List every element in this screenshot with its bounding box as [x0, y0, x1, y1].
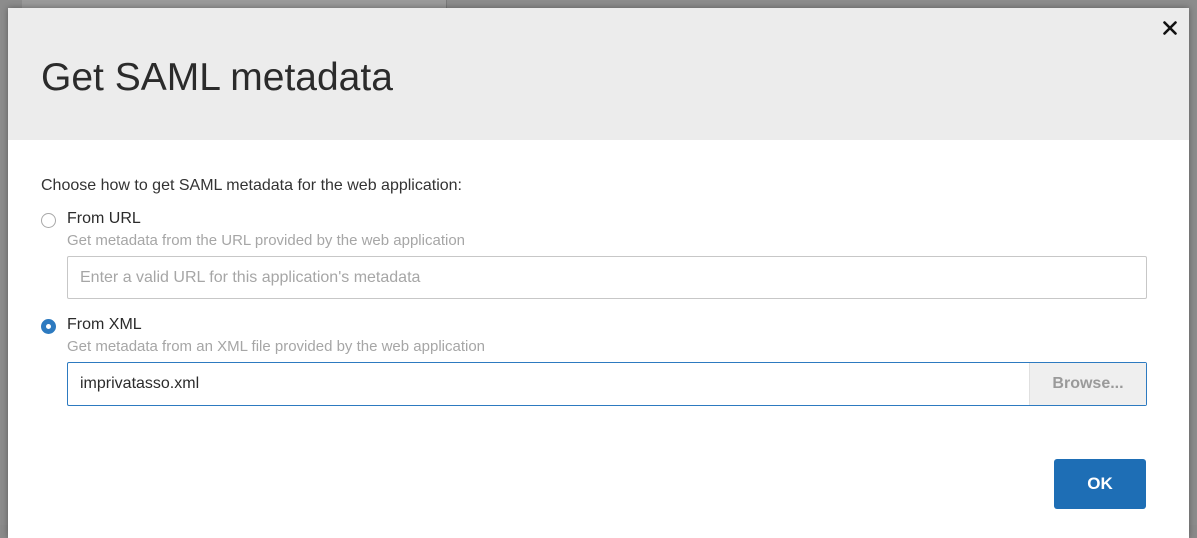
close-icon — [1163, 21, 1177, 35]
browse-button[interactable]: Browse... — [1029, 363, 1146, 405]
dialog-header: Get SAML metadata — [8, 8, 1189, 140]
selected-file-name: imprivatasso.xml — [80, 375, 200, 392]
saml-metadata-dialog: Get SAML metadata Choose how to get SAML… — [8, 8, 1189, 538]
dialog-title: Get SAML metadata — [41, 56, 393, 99]
option-help-from-xml: Get metadata from an XML file provided b… — [67, 338, 486, 355]
option-help-from-url: Get metadata from the URL provided by th… — [67, 232, 465, 249]
metadata-url-input[interactable] — [67, 256, 1147, 299]
background-panel — [22, 0, 447, 8]
ok-button[interactable]: OK — [1054, 459, 1146, 509]
close-button[interactable] — [1158, 16, 1182, 40]
instruction-text: Choose how to get SAML metadata for the … — [41, 177, 462, 194]
option-label-from-url[interactable]: From URL — [67, 210, 141, 228]
radio-from-xml[interactable] — [41, 319, 56, 334]
xml-file-field[interactable]: imprivatasso.xml Browse... — [67, 362, 1147, 406]
option-label-from-xml[interactable]: From XML — [67, 316, 142, 334]
radio-from-url[interactable] — [41, 213, 56, 228]
